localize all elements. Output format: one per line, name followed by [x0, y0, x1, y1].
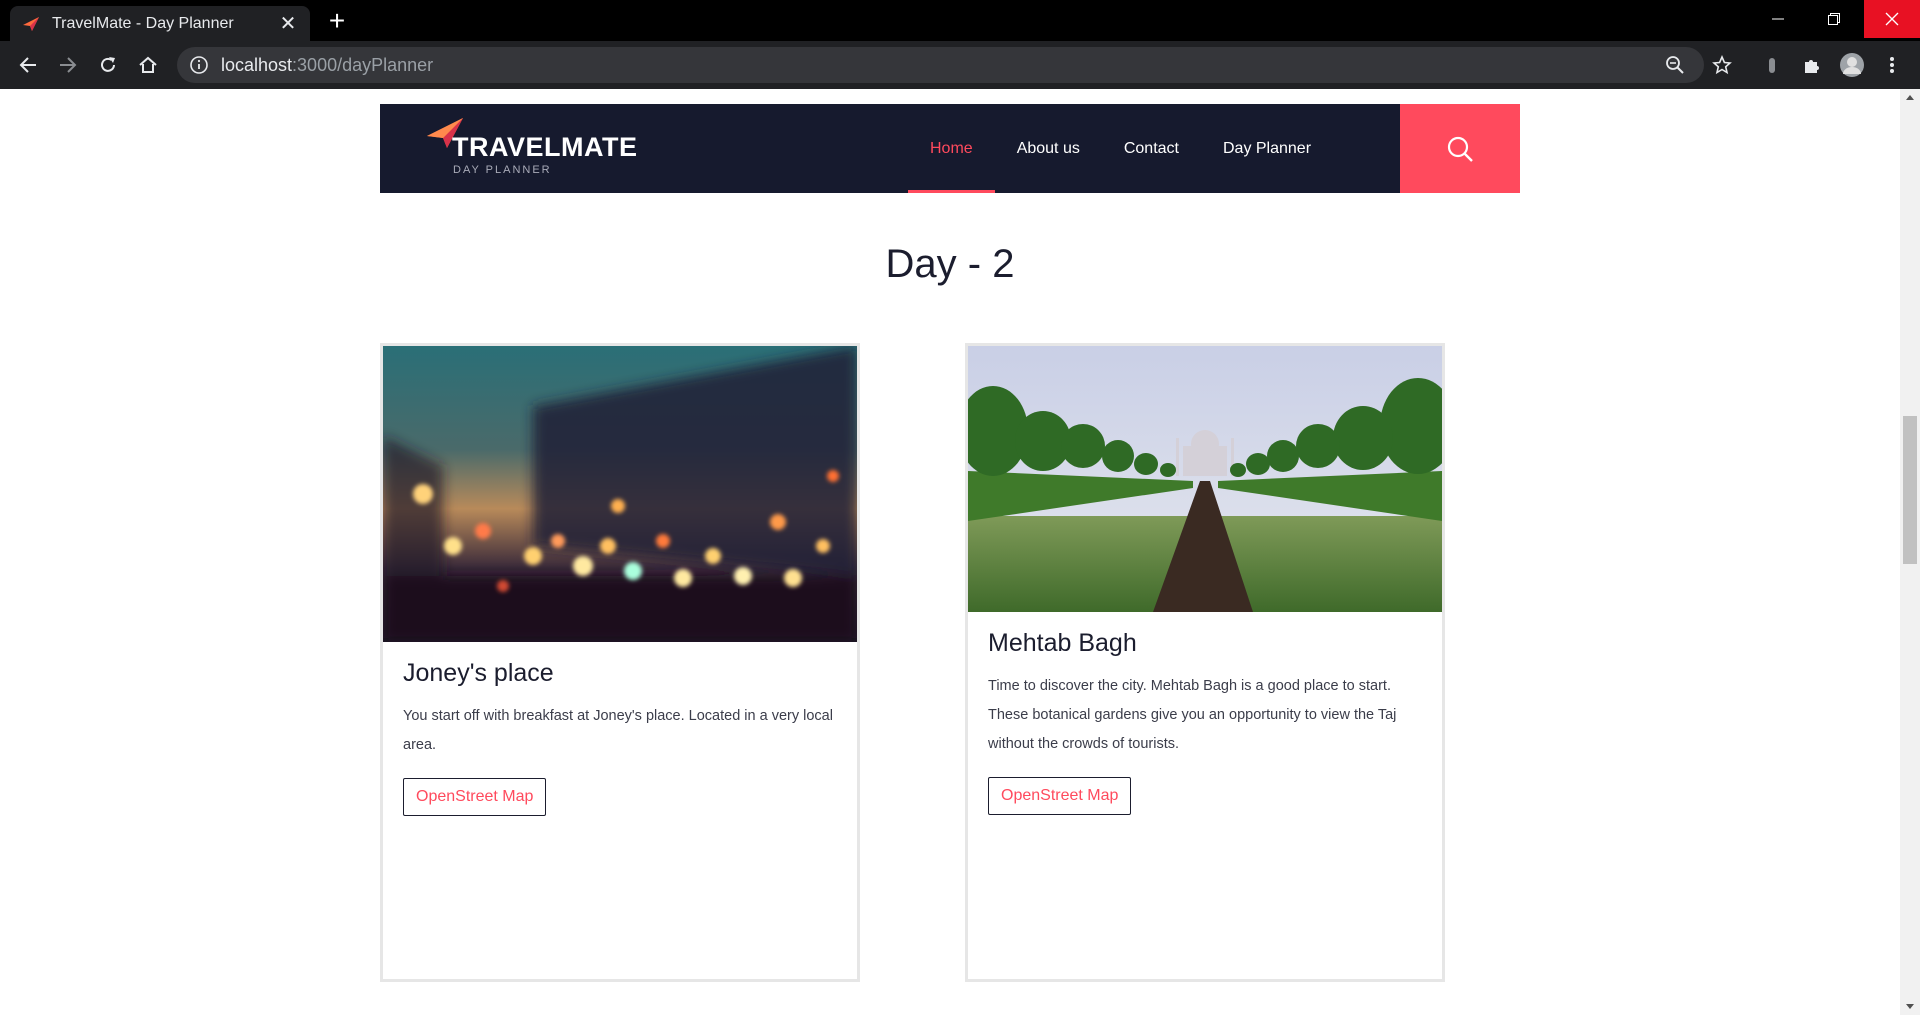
travelmate-logo[interactable]: TRAVELMATE DAY PLANNER — [425, 112, 637, 182]
extension-button[interactable] — [1756, 49, 1788, 81]
search-icon — [1447, 136, 1473, 162]
browser-menu-button[interactable] — [1876, 49, 1908, 81]
city-lights-image — [383, 346, 857, 642]
browser-toolbar: localhost:3000/dayPlanner — [0, 41, 1920, 89]
kebab-menu-icon — [1890, 57, 1894, 73]
avatar-icon — [1840, 53, 1864, 77]
nav-contact[interactable]: Contact — [1102, 104, 1201, 193]
page-viewport: TRAVELMATE DAY PLANNER Home About us Con… — [0, 89, 1900, 1015]
logo-subtitle: DAY PLANNER — [453, 164, 552, 176]
back-arrow-icon — [19, 57, 36, 73]
reload-icon — [101, 57, 115, 72]
bookmark-star-button[interactable] — [1706, 49, 1738, 81]
card-title: Joney's place — [403, 659, 554, 687]
minimize-icon — [1772, 18, 1784, 20]
home-button[interactable] — [132, 49, 164, 81]
garden-image — [968, 346, 1442, 612]
restore-button[interactable] — [1806, 0, 1862, 38]
page-scrollbar[interactable] — [1900, 89, 1920, 1015]
address-bar[interactable]: localhost:3000/dayPlanner — [177, 47, 1704, 83]
url-path: :3000/dayPlanner — [292, 54, 434, 75]
info-icon[interactable] — [189, 55, 209, 75]
star-icon — [1712, 55, 1732, 75]
browser-titlebar: TravelMate - Day Planner ✕ + — [0, 0, 1920, 41]
extensions-menu-button[interactable] — [1796, 49, 1828, 81]
plan-card: Mehtab Bagh Time to discover the city. M… — [965, 343, 1445, 982]
restore-icon — [1828, 13, 1840, 25]
close-window-button[interactable] — [1864, 0, 1920, 38]
forward-arrow-icon — [60, 57, 77, 73]
scroll-down-arrow-icon[interactable] — [1900, 998, 1920, 1015]
back-button[interactable] — [12, 49, 44, 81]
search-button[interactable] — [1400, 104, 1520, 193]
extension-icon — [1769, 58, 1775, 73]
profile-avatar[interactable] — [1836, 49, 1868, 81]
openstreet-map-button[interactable]: OpenStreet Map — [988, 777, 1132, 815]
reload-button[interactable] — [92, 49, 124, 81]
scroll-thumb[interactable] — [1903, 416, 1917, 564]
card-description: You start off with breakfast at Joney's … — [403, 708, 833, 753]
site-header: TRAVELMATE DAY PLANNER Home About us Con… — [380, 104, 1520, 193]
tab-close-icon[interactable]: ✕ — [278, 11, 298, 36]
nav-home[interactable]: Home — [908, 104, 995, 193]
forward-button[interactable] — [52, 49, 84, 81]
minimize-button[interactable] — [1750, 0, 1806, 38]
zoom-icon[interactable] — [1663, 53, 1687, 77]
card-title: Mehtab Bagh — [988, 629, 1137, 657]
plan-card: Joney's place You start off with breakfa… — [380, 343, 860, 982]
day-title: Day - 2 — [885, 242, 1015, 286]
close-icon — [1885, 12, 1899, 26]
paper-plane-favicon-icon — [23, 16, 39, 31]
nav-day-planner[interactable]: Day Planner — [1201, 104, 1333, 193]
url-host: localhost — [221, 54, 293, 75]
main-nav: Home About us Contact Day Planner — [908, 104, 1333, 193]
tab-title: TravelMate - Day Planner — [52, 14, 234, 32]
home-icon — [139, 56, 157, 73]
new-tab-button[interactable]: + — [322, 6, 352, 36]
nav-about-us[interactable]: About us — [995, 104, 1102, 193]
card-description: Time to discover the city. Mehtab Bagh i… — [988, 678, 1397, 752]
openstreet-map-button[interactable]: OpenStreet Map — [403, 778, 547, 816]
browser-tab[interactable]: TravelMate - Day Planner ✕ — [10, 6, 310, 41]
logo-text: TRAVELMATE — [452, 132, 638, 162]
scroll-up-arrow-icon[interactable] — [1900, 89, 1920, 106]
puzzle-icon — [1805, 60, 1819, 73]
